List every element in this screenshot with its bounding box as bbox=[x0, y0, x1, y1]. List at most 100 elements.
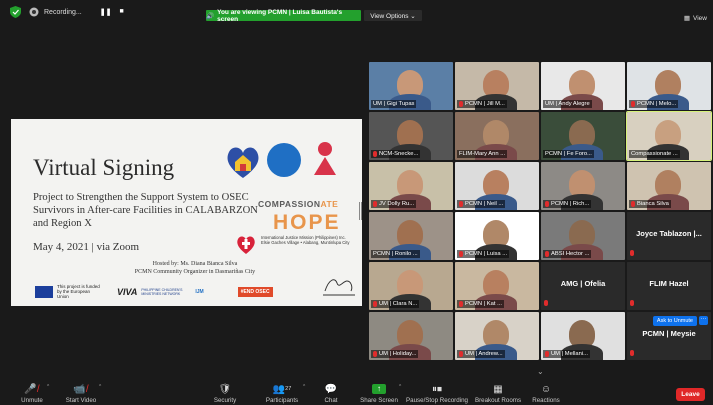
participant-name-label: JV Dolly Ru... bbox=[371, 200, 417, 208]
participant-name: PCMN | Melo... bbox=[637, 101, 677, 107]
collapse-gallery-button[interactable]: ⌄ bbox=[537, 367, 544, 376]
participant-tile[interactable]: PCMN | Luisa ... bbox=[455, 212, 539, 260]
security-label: Security bbox=[213, 397, 237, 404]
ask-to-unmute-button[interactable]: Ask to Unmute bbox=[652, 316, 697, 326]
compassion-suffix: ATE bbox=[320, 199, 339, 209]
participant-tile[interactable]: UM | Clara N... bbox=[369, 262, 453, 310]
hosted-by-line: Hosted by: Ms. Diana Bianca Silva bbox=[152, 261, 238, 267]
heart-house-logo-icon bbox=[227, 147, 259, 178]
participant-name-label: UM | Holiday... bbox=[371, 350, 419, 358]
slide-subtitle: Project to Strengthen the Support System… bbox=[33, 192, 258, 229]
participant-tile[interactable]: UM | Gigi Tupas bbox=[369, 62, 453, 110]
muted-mic-icon bbox=[373, 151, 377, 157]
participants-options-caret[interactable]: ⌃ bbox=[302, 384, 306, 390]
family-circle-logo-icon bbox=[267, 143, 301, 177]
participant-name-label: PCMN | Rich... bbox=[543, 200, 592, 208]
view-options-button[interactable]: View Options ⌄ bbox=[364, 10, 422, 21]
participant-name-label: NCM-Snecke... bbox=[371, 150, 421, 158]
muted-mic-icon bbox=[373, 351, 377, 357]
participant-name: Compassionate ... bbox=[631, 151, 678, 157]
participant-name-label: PCMN | Luisa ... bbox=[457, 250, 510, 258]
participant-display-name: PCMN | Meysie bbox=[642, 329, 696, 338]
participant-name: PCMN | Neil ... bbox=[465, 201, 504, 207]
audio-options-caret[interactable]: ⌃ bbox=[46, 384, 50, 390]
pause-stop-recording-button[interactable]: ⏸⏹ Pause/Stop Recording bbox=[406, 382, 468, 405]
leave-button[interactable]: Leave bbox=[676, 388, 705, 401]
participant-tile[interactable]: Joyce Tablazon |... bbox=[627, 212, 711, 260]
muted-mic-icon bbox=[631, 201, 635, 207]
top-bar: Recording... ❚❚ ■ 🔊 You are viewing PCMN… bbox=[0, 0, 713, 24]
share-screen-button[interactable]: ↑ Share Screen bbox=[360, 382, 398, 404]
hosted-role-line: PCMN Community Organizer in Dasmariñas C… bbox=[134, 269, 256, 275]
participant-name-label: Compassionate ... bbox=[629, 150, 680, 158]
muted-mic-icon bbox=[459, 201, 463, 207]
participant-name: NCM-Snecke... bbox=[379, 151, 419, 157]
muted-mic-icon bbox=[545, 201, 549, 207]
participant-tile[interactable]: ABSI Hector ... bbox=[541, 212, 625, 260]
participant-tile[interactable]: PCMN | Neil ... bbox=[455, 162, 539, 210]
participant-name: PCMN | Jill M... bbox=[465, 101, 505, 107]
eu-flag-icon bbox=[35, 285, 53, 298]
unmute-label: Unmute bbox=[21, 397, 43, 404]
chat-button[interactable]: 💬 Chat bbox=[320, 382, 342, 405]
unmute-button[interactable]: 🎤/ Unmute bbox=[14, 382, 50, 405]
participant-name-label: UM | Andrew... bbox=[457, 350, 505, 358]
share-options-caret[interactable]: ⌃ bbox=[398, 384, 402, 390]
split-resize-handle[interactable] bbox=[359, 202, 362, 220]
participant-tile[interactable]: Compassionate ... bbox=[626, 111, 712, 161]
participant-tile[interactable]: PCMN | Fe Foro... bbox=[541, 112, 625, 160]
pause-stop-icon: ⏸⏹ bbox=[432, 383, 442, 395]
participant-name-label: UM | Clara N... bbox=[371, 300, 420, 308]
viewing-screen-banner: 🔊 You are viewing PCMN | Luisa Bautista'… bbox=[206, 9, 361, 23]
muted-mic-icon bbox=[373, 201, 377, 207]
participant-name-label: PCMN | Neil ... bbox=[457, 200, 506, 208]
slide-hosted-by: Hosted by: Ms. Diana Bianca Silva PCMN C… bbox=[95, 260, 295, 276]
chat-bubble-icon: 💬 bbox=[324, 383, 338, 395]
participant-tile[interactable]: PCMN | Meysie Ask to Unmute ··· bbox=[627, 312, 711, 360]
participant-tile[interactable]: UM | Holiday... bbox=[369, 312, 453, 360]
start-video-button[interactable]: 📹/ Start Video bbox=[60, 382, 102, 405]
participant-tile[interactable]: FLIM Hazel bbox=[627, 262, 711, 310]
breakout-label: Breakout Rooms bbox=[474, 397, 522, 404]
participants-button[interactable]: 👥 27 Participants bbox=[260, 382, 304, 405]
participant-tile[interactable]: FLIM-Mary Ann ... bbox=[455, 112, 539, 160]
breakout-rooms-button[interactable]: ▦ Breakout Rooms bbox=[474, 382, 522, 405]
cloud-recording-icon bbox=[29, 7, 39, 17]
share-screen-icon: ↑ bbox=[372, 384, 386, 394]
participant-tile[interactable]: AMG | Ofelia bbox=[541, 262, 625, 310]
viva-logo: VIVA bbox=[117, 286, 138, 297]
muted-mic-icon bbox=[630, 350, 634, 356]
participant-tile[interactable]: UM | Andrew... bbox=[455, 312, 539, 360]
participant-tile[interactable]: Bianca Silva bbox=[627, 162, 711, 210]
muted-mic-icon bbox=[631, 101, 635, 107]
participant-name: PCMN | Luisa ... bbox=[465, 251, 508, 257]
participant-name: UM | Andy Alegre bbox=[545, 101, 590, 107]
reactions-label: Reactions bbox=[532, 397, 560, 404]
participant-tile[interactable]: PCMN | Ronilo ... bbox=[369, 212, 453, 260]
participants-icon: 👥 bbox=[272, 383, 286, 395]
participant-tile[interactable]: PCMN | Melo... bbox=[627, 62, 711, 110]
participant-tile[interactable]: JV Dolly Ru... bbox=[369, 162, 453, 210]
participant-display-name: Joyce Tablazon |... bbox=[636, 229, 702, 238]
participant-name: FLIM-Mary Ann ... bbox=[459, 151, 506, 157]
muted-mic-icon bbox=[630, 250, 634, 256]
participant-tile[interactable]: PCMN | Jill M... bbox=[455, 62, 539, 110]
stop-recording-button[interactable]: ■ bbox=[119, 8, 123, 16]
video-options-caret[interactable]: ⌃ bbox=[98, 384, 102, 390]
participant-tile[interactable]: UM | Mellani... bbox=[541, 312, 625, 360]
shield-icon[interactable] bbox=[10, 6, 21, 18]
pause-recording-button[interactable]: ❚❚ bbox=[100, 8, 112, 16]
participant-name: PCMN | Ronilo ... bbox=[373, 251, 418, 257]
reactions-button[interactable]: ☺ Reactions bbox=[528, 382, 564, 405]
participant-tile[interactable]: PCMN | Kat ... bbox=[455, 262, 539, 310]
participant-tile[interactable]: NCM-Snecke... bbox=[369, 112, 453, 160]
muted-mic-icon bbox=[630, 300, 634, 306]
participant-tile[interactable]: PCMN | Rich... bbox=[541, 162, 625, 210]
participant-tile[interactable]: UM | Andy Alegre bbox=[541, 62, 625, 110]
view-button[interactable]: ▦ View bbox=[684, 14, 707, 23]
security-button[interactable]: 🛡 Security bbox=[210, 382, 240, 405]
more-options-button[interactable]: ··· bbox=[699, 316, 708, 325]
participant-name-label: UM | Andy Alegre bbox=[543, 100, 592, 108]
participants-label: Participants bbox=[265, 397, 299, 404]
participant-name-label: PCMN | Jill M... bbox=[457, 100, 507, 108]
